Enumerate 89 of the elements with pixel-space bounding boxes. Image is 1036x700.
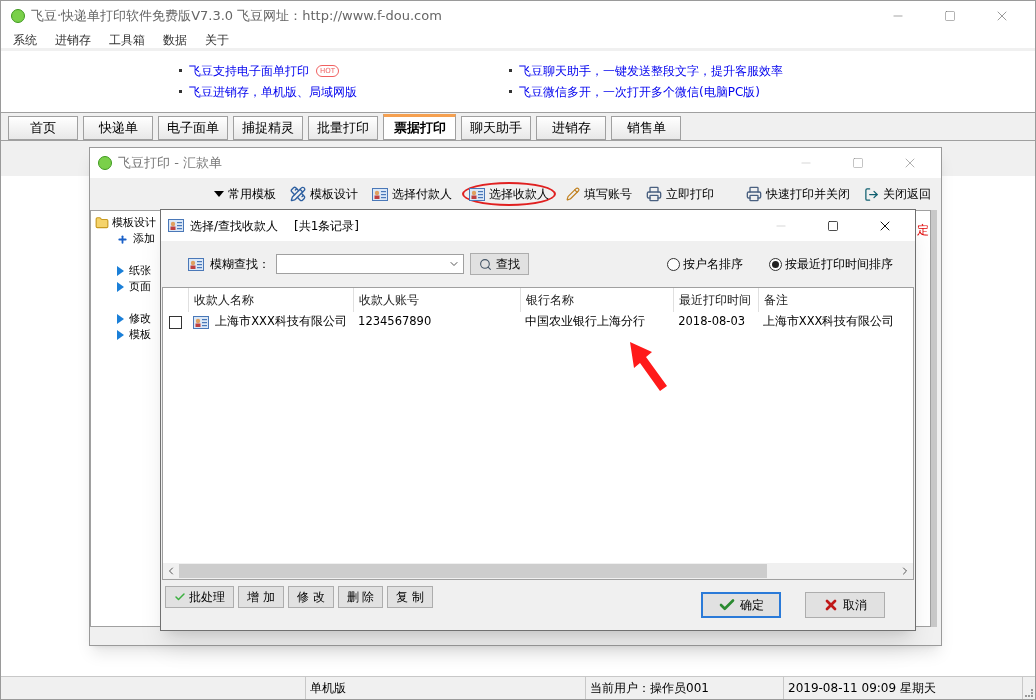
window-title: 飞豆·快递单打印软件免费版V7.3.0 飞豆网址：http://www.f-dou.com (31, 7, 442, 26)
plus-icon (117, 233, 128, 245)
toolbar-button[interactable]: 快速打印并关闭 (742, 182, 854, 206)
caret-down-icon (214, 191, 224, 197)
folder-icon (95, 216, 109, 230)
action-button[interactable]: 批处理 (165, 586, 234, 608)
pencil-ruler-icon (290, 186, 306, 202)
contact-card-icon (193, 315, 210, 329)
status-text: 单机版 (310, 680, 346, 697)
menu-item[interactable]: 系统 (13, 30, 37, 49)
contact-card-icon (372, 187, 388, 201)
toolbar-button[interactable]: 选择收款人 (462, 182, 556, 206)
column-header[interactable]: 最近打印时间 (679, 291, 752, 309)
toolbar-button[interactable]: 模板设计 (286, 182, 362, 206)
door-exit-icon (864, 186, 879, 202)
pointer-arrow-drawing (630, 342, 668, 392)
record-count: [共1条记录] (294, 217, 360, 235)
toolbar-button[interactable]: 常用模板 (210, 182, 280, 206)
bullet-icon (179, 69, 182, 72)
tree-item[interactable]: 页面 (129, 278, 151, 296)
bullet-icon (509, 90, 512, 93)
tab[interactable]: 电子面单 (158, 116, 228, 140)
toolbar-button[interactable]: 选择付款人 (368, 182, 456, 206)
menu-item[interactable]: 工具箱 (109, 30, 145, 49)
tree-item[interactable]: 纸张 (129, 262, 151, 280)
promo-link[interactable]: 飞豆微信多开，一次打开多个微信(电脑PC版) (519, 82, 760, 101)
tab[interactable]: 批量打印 (308, 116, 378, 140)
resize-grip-icon (1025, 689, 1033, 697)
column-header[interactable]: 银行名称 (525, 291, 574, 309)
maximize-icon[interactable] (827, 219, 839, 232)
tab[interactable]: 销售单 (611, 116, 681, 140)
status-text: 2019-08-11 09:09 星期天 (788, 680, 936, 697)
tab[interactable]: 聊天助手 (461, 116, 531, 140)
tree-item[interactable]: 修改 (129, 310, 151, 328)
menu-item[interactable]: 关于 (205, 30, 229, 49)
toolbar-button[interactable]: 立即打印 (642, 182, 718, 206)
printer-icon (746, 186, 762, 202)
column-header[interactable]: 备注 (763, 291, 788, 309)
tree-item[interactable]: 添加 (133, 230, 155, 248)
promo-link[interactable]: 飞豆支持电子面单打印 (189, 61, 309, 80)
tab[interactable]: 进销存 (536, 116, 606, 140)
tab[interactable]: 票据打印 (383, 114, 456, 140)
column-header[interactable]: 收款人名称 (194, 291, 255, 309)
table-cell: 中国农业银行上海分行 (524, 313, 645, 331)
table-cell: 上海市XXX科技有限公司 (762, 313, 895, 331)
dialog-title: 选择/查找收款人 (190, 217, 279, 235)
bullet-icon (509, 69, 512, 72)
action-button[interactable]: 删 除 (337, 586, 384, 608)
table-cell: 1234567890 (358, 313, 432, 331)
menu-item[interactable]: 数据 (163, 30, 187, 49)
search-combobox[interactable] (276, 254, 464, 274)
column-header[interactable]: 收款人账号 (359, 291, 420, 309)
contact-card-icon (188, 257, 204, 271)
search-icon (479, 257, 492, 271)
pencil-icon (566, 187, 580, 201)
search-button[interactable]: 查找 (470, 253, 529, 275)
table-cell: 2018-08-03 (678, 313, 746, 331)
tree-item[interactable]: 模板设计 (112, 214, 156, 232)
app-logo-icon (98, 156, 112, 170)
tree-item[interactable]: 模板 (129, 326, 151, 344)
row-checkbox[interactable] (169, 315, 183, 329)
contact-card-icon (469, 187, 485, 201)
close-icon (823, 597, 839, 613)
action-button[interactable]: 增 加 (238, 586, 284, 608)
scrollbar-thumb[interactable] (179, 564, 767, 578)
tab[interactable]: 首页 (8, 116, 78, 140)
sort-radio[interactable]: 按最近打印时间排序 (769, 255, 893, 273)
contact-card-icon (168, 219, 184, 232)
toolbar-button[interactable]: 填写账号 (562, 182, 636, 206)
printer-icon (646, 186, 662, 202)
bullet-icon (179, 90, 182, 93)
tab[interactable]: 快递单 (83, 116, 153, 140)
promo-link[interactable]: 飞豆聊天助手，一键发送整段文字，提升客服效率 (519, 61, 783, 80)
app-logo-icon (11, 9, 25, 23)
cancel-button[interactable]: 取消 (805, 592, 885, 618)
menu-item[interactable]: 进销存 (55, 30, 91, 49)
action-button[interactable]: 复 制 (387, 586, 434, 608)
promo-link[interactable]: 飞豆进销存，单机版、局域网版 (189, 82, 357, 101)
search-label: 模糊查找： (210, 256, 270, 273)
ok-button[interactable]: 确定 (701, 592, 781, 618)
sort-radio[interactable]: 按户名排序 (667, 255, 743, 273)
action-button[interactable]: 修 改 (287, 586, 334, 608)
tab[interactable]: 捕捉精灵 (233, 116, 303, 140)
status-text: 当前用户：操作员001 (590, 680, 709, 697)
toolbar-button[interactable]: 关闭返回 (860, 182, 935, 206)
window-title: 飞豆打印 - 汇款单 (118, 154, 222, 173)
table-cell: 上海市XXX科技有限公司 (215, 313, 347, 331)
side-text: 定 (917, 222, 929, 239)
check-icon (174, 591, 186, 603)
